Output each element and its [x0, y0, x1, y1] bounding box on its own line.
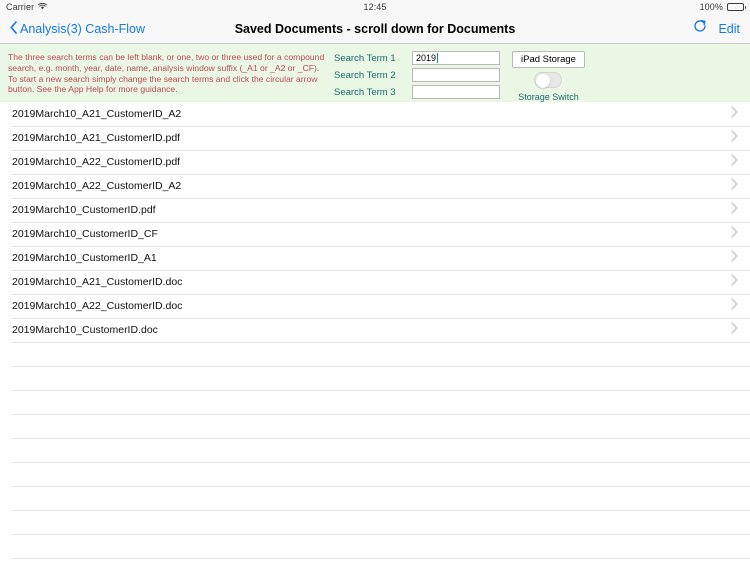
- document-row[interactable]: 2019March10_CustomerID.pdf: [0, 198, 750, 222]
- empty-table-row: [0, 510, 750, 534]
- search-term-row-2: Search Term 2: [334, 68, 500, 82]
- chevron-right-icon: [731, 297, 738, 315]
- search-term-1-value: 2019: [416, 53, 437, 63]
- storage-switch-toggle[interactable]: [534, 72, 563, 88]
- documents-list: 2019March10_A21_CustomerID_A2 2019March10…: [0, 102, 750, 558]
- edit-button[interactable]: Edit: [718, 22, 740, 36]
- storage-group: iPad Storage Storage Switch: [512, 50, 585, 102]
- chevron-right-icon: [731, 105, 738, 123]
- search-term-1-input[interactable]: 2019: [412, 51, 500, 65]
- empty-table-row: [0, 486, 750, 510]
- chevron-left-icon: [10, 20, 17, 37]
- status-bar-right: 100%: [699, 2, 746, 12]
- document-name: 2019March10_A21_CustomerID_A2: [12, 108, 182, 120]
- document-name: 2019March10_A21_CustomerID.doc: [12, 276, 183, 288]
- empty-table-row: [0, 342, 750, 366]
- chevron-right-icon: [731, 249, 738, 267]
- status-bar-clock: 12:45: [363, 2, 387, 12]
- empty-table-row: [0, 414, 750, 438]
- wifi-icon: [38, 2, 48, 12]
- document-row[interactable]: 2019March10_A22_CustomerID.doc: [0, 294, 750, 318]
- battery-percent-label: 100%: [699, 2, 723, 12]
- battery-full-icon: [727, 3, 746, 11]
- chevron-right-icon: [731, 153, 738, 171]
- navigation-bar-actions: Edit: [693, 19, 740, 38]
- ipad-storage-button[interactable]: iPad Storage: [512, 51, 585, 68]
- search-term-3-input[interactable]: [412, 85, 500, 99]
- empty-table-row: [0, 438, 750, 462]
- refresh-circular-arrow-icon[interactable]: [693, 19, 707, 38]
- search-term-2-label: Search Term 2: [334, 69, 396, 81]
- search-term-row-3: Search Term 3: [334, 85, 500, 99]
- document-name: 2019March10_CustomerID_CF: [12, 228, 158, 240]
- document-row[interactable]: 2019March10_CustomerID_A1: [0, 246, 750, 270]
- search-term-1-label: Search Term 1: [334, 52, 396, 64]
- search-terms-group: Search Term 1 2019 Search Term 2 Search …: [334, 50, 500, 99]
- search-term-2-input[interactable]: [412, 68, 500, 82]
- search-term-3-label: Search Term 3: [334, 86, 396, 98]
- document-row[interactable]: 2019March10_A21_CustomerID_A2: [0, 102, 750, 126]
- chevron-right-icon: [731, 177, 738, 195]
- chevron-right-icon: [731, 201, 738, 219]
- storage-switch-label: Storage Switch: [518, 92, 579, 102]
- document-name: 2019March10_CustomerID_A1: [12, 252, 157, 264]
- document-name: 2019March10_CustomerID.pdf: [12, 204, 156, 216]
- status-bar-left: Carrier: [6, 2, 48, 12]
- document-name: 2019March10_A21_CustomerID.pdf: [12, 132, 181, 144]
- search-panel: The three search terms can be left blank…: [0, 44, 750, 102]
- help-text: The three search terms can be left blank…: [8, 52, 325, 95]
- empty-table-row: [0, 462, 750, 486]
- chevron-right-icon: [731, 129, 738, 147]
- document-name: 2019March10_A22_CustomerID.pdf: [12, 156, 181, 168]
- text-cursor: [437, 53, 439, 63]
- navigation-bar: Analysis(3) Cash-Flow Saved Documents - …: [0, 14, 750, 44]
- toggle-knob: [535, 73, 550, 88]
- document-row[interactable]: 2019March10_A22_CustomerID_A2: [0, 174, 750, 198]
- document-row[interactable]: 2019March10_A21_CustomerID.doc: [0, 270, 750, 294]
- document-row[interactable]: 2019March10_CustomerID.doc: [0, 318, 750, 342]
- document-row[interactable]: 2019March10_A21_CustomerID.pdf: [0, 126, 750, 150]
- empty-table-row: [0, 366, 750, 390]
- document-name: 2019March10_A22_CustomerID.doc: [12, 300, 183, 312]
- document-row[interactable]: 2019March10_CustomerID_CF: [0, 222, 750, 246]
- document-row[interactable]: 2019March10_A22_CustomerID.pdf: [0, 150, 750, 174]
- back-button-label: Analysis(3) Cash-Flow: [20, 21, 146, 36]
- status-bar: Carrier 12:45 100%: [0, 0, 750, 14]
- empty-table-row: [0, 390, 750, 414]
- document-name: 2019March10_A22_CustomerID_A2: [12, 180, 182, 192]
- chevron-right-icon: [731, 225, 738, 243]
- empty-table-row: [0, 534, 750, 558]
- search-term-row-1: Search Term 1 2019: [334, 51, 500, 65]
- back-button[interactable]: Analysis(3) Cash-Flow: [10, 20, 146, 37]
- document-name: 2019March10_CustomerID.doc: [12, 324, 158, 336]
- chevron-right-icon: [731, 321, 738, 339]
- chevron-right-icon: [731, 273, 738, 291]
- carrier-label: Carrier: [6, 2, 35, 12]
